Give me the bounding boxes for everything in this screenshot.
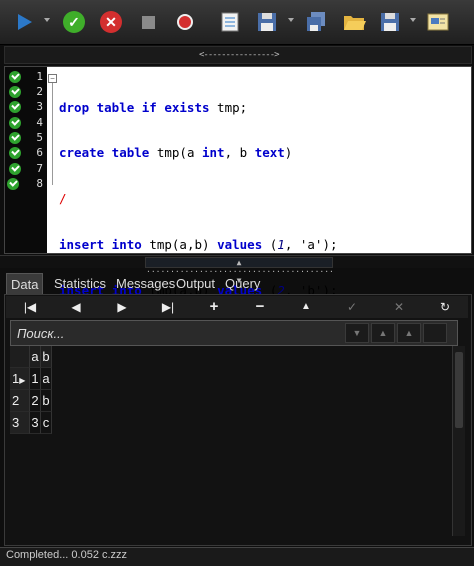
- search-box: ▼ ▲ ▲: [10, 320, 458, 346]
- line-number: 6: [36, 146, 43, 159]
- stop-icon[interactable]: [134, 8, 162, 36]
- column-header[interactable]: a: [30, 346, 41, 368]
- check-icon: [9, 147, 21, 159]
- grid-cell[interactable]: c: [41, 412, 52, 434]
- row-header[interactable]: 2: [10, 390, 30, 412]
- line-number: 2: [36, 85, 43, 98]
- tab-messages[interactable]: Messages: [112, 273, 179, 295]
- insert-record-icon[interactable]: +: [204, 298, 224, 316]
- tab-output[interactable]: Output: [172, 273, 219, 295]
- row-header[interactable]: 1▶: [10, 368, 30, 390]
- grid-cell[interactable]: a: [41, 368, 52, 390]
- grid-cell[interactable]: 2: [30, 390, 41, 412]
- edit-record-icon[interactable]: ▲: [296, 298, 316, 316]
- code-line-4: insert into tmp(a,b) values (1, 'a');: [59, 237, 338, 253]
- export-icon[interactable]: [424, 8, 452, 36]
- next-record-icon[interactable]: ▶: [112, 298, 132, 316]
- open-folder-icon[interactable]: [340, 8, 368, 36]
- sql-editor[interactable]: 1 2 3 4 5 6 7 8 − drop table if exists t…: [4, 66, 472, 436]
- main-toolbar: ✓ ✕: [0, 0, 474, 45]
- splitter-handle[interactable]: <---------------->: [199, 50, 280, 60]
- grid-navigator: |◀ ◀ ▶ ▶| + − ▲ ✓ ✕ ↻: [6, 296, 468, 318]
- save-icon[interactable]: [253, 8, 281, 36]
- run-icon[interactable]: [10, 8, 38, 36]
- delete-record-icon[interactable]: −: [250, 298, 270, 316]
- code-line-1: drop table if exists tmp;: [59, 99, 248, 115]
- commit-icon[interactable]: ✓: [60, 8, 88, 36]
- check-icon: [9, 86, 21, 98]
- editor-gutter: 1 2 3 4 5 6 7 8: [5, 67, 47, 253]
- grid-cell[interactable]: b: [41, 390, 52, 412]
- first-record-icon[interactable]: |◀: [20, 298, 40, 316]
- line-number: 7: [36, 162, 43, 175]
- check-icon: [9, 163, 21, 175]
- code-line-2: create table tmp(a int, b text): [59, 145, 293, 161]
- grid-corner: [10, 346, 30, 368]
- grid-scrollbar[interactable]: [452, 346, 465, 536]
- grid-cell[interactable]: 3: [30, 412, 41, 434]
- prior-record-icon[interactable]: ◀: [66, 298, 86, 316]
- results-splitter[interactable]: ▲ ······································…: [0, 255, 474, 285]
- editor-splitter[interactable]: <---------------->: [4, 46, 472, 64]
- check-icon: [9, 117, 21, 129]
- check-icon: [9, 101, 21, 113]
- tab-data[interactable]: Data: [6, 273, 44, 296]
- post-edit-icon[interactable]: ✓: [342, 298, 362, 316]
- code-line-3: /: [59, 191, 67, 207]
- fold-line: [52, 83, 53, 185]
- line-number: 8: [36, 177, 43, 190]
- save-as-icon[interactable]: [376, 8, 404, 36]
- status-text: Completed... 0.052 с.zzz: [6, 549, 128, 561]
- save-dropdown-icon[interactable]: [288, 18, 294, 22]
- check-icon: [9, 132, 21, 144]
- search-prev-icon[interactable]: ▲: [371, 323, 395, 343]
- tab-statistics[interactable]: Statistics: [50, 273, 110, 295]
- row-header[interactable]: 3: [10, 412, 30, 434]
- tab-query-analyze[interactable]: Query analyze: [221, 273, 274, 313]
- line-number: 4: [36, 116, 43, 129]
- scrollbar-thumb[interactable]: [455, 352, 463, 428]
- notes-icon[interactable]: [216, 8, 244, 36]
- status-bar: Completed... 0.052 с.zzz: [0, 547, 474, 566]
- check-icon: [7, 178, 19, 190]
- rollback-icon[interactable]: ✕: [97, 8, 125, 36]
- save-as-dropdown-icon[interactable]: [410, 18, 416, 22]
- splitter-bar[interactable]: ▲ ······································…: [145, 257, 334, 285]
- line-number: 5: [36, 131, 43, 144]
- line-number: 1: [36, 70, 43, 83]
- last-record-icon[interactable]: ▶|: [158, 298, 178, 316]
- save-all-icon[interactable]: [302, 8, 330, 36]
- refresh-icon[interactable]: ↻: [435, 298, 455, 316]
- column-header[interactable]: b: [41, 346, 52, 368]
- grid-cell[interactable]: 1: [30, 368, 41, 390]
- search-input[interactable]: [15, 323, 349, 343]
- line-number: 3: [36, 100, 43, 113]
- check-icon: [9, 71, 21, 83]
- cancel-edit-icon[interactable]: ✕: [389, 298, 409, 316]
- fold-toggle-icon[interactable]: −: [48, 74, 57, 83]
- record-icon[interactable]: [171, 8, 199, 36]
- run-dropdown-icon[interactable]: [44, 18, 50, 22]
- search-clear-icon[interactable]: [423, 323, 447, 343]
- search-dropdown-icon[interactable]: ▼: [345, 323, 369, 343]
- search-next-icon[interactable]: ▲: [397, 323, 421, 343]
